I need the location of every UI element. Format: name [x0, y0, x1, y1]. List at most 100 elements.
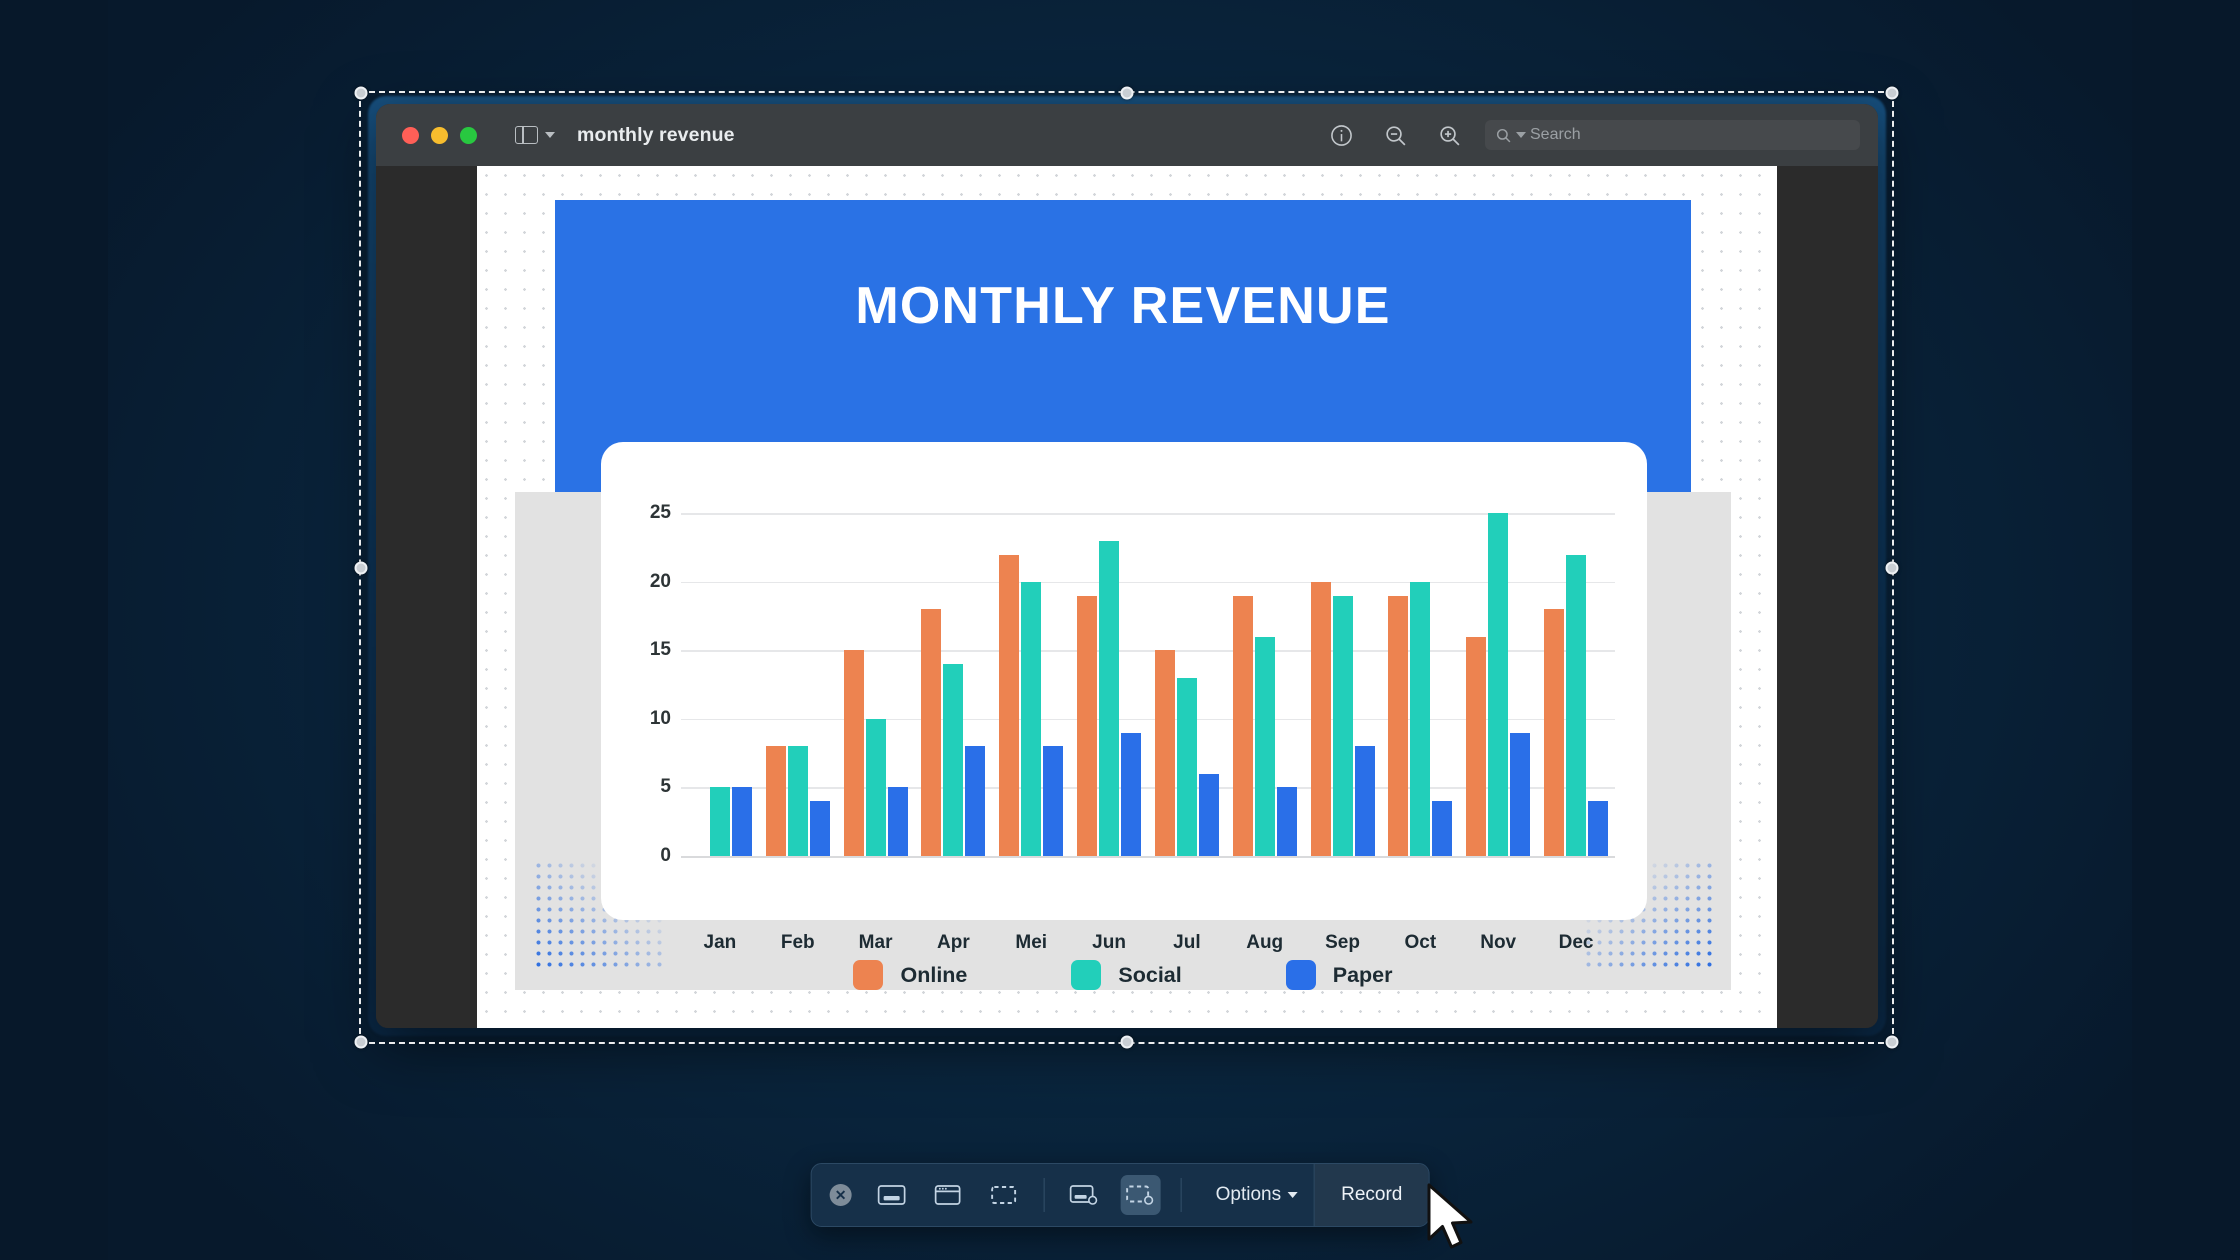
bar-social-apr: [943, 664, 964, 856]
x-axis-tick-label: Apr: [937, 932, 970, 953]
bar-paper-mei: [1043, 746, 1064, 856]
x-axis-labels: Jan Feb Mar Apr Mei Jun Jul Aug Sep Oct Nov Dec: [681, 932, 1615, 954]
legend-item: Paper: [1285, 960, 1393, 990]
bar-group: [914, 442, 992, 856]
legend-label: Paper: [1332, 962, 1393, 987]
chevron-down-icon: [1288, 1192, 1299, 1198]
bar-group: [1148, 442, 1226, 856]
x-axis-tick-label: Jul: [1173, 932, 1201, 953]
bar-online-nov: [1466, 636, 1487, 856]
record-entire-screen-icon[interactable]: [1065, 1175, 1105, 1215]
x-axis-tick-label: Sep: [1325, 932, 1360, 953]
bar-paper-sep: [1354, 746, 1375, 856]
capture-toolbar-divider-2: [1180, 1178, 1182, 1212]
bar-social-feb: [787, 746, 808, 856]
legend-swatch: [1285, 960, 1316, 990]
capture-entire-screen-icon[interactable]: [872, 1175, 912, 1215]
x-axis-tick-label: Jan: [703, 932, 737, 953]
capture-selected-portion-icon[interactable]: [984, 1175, 1024, 1215]
bar-paper-oct: [1432, 801, 1453, 856]
gridline: [681, 856, 1615, 858]
bar-social-dec: [1566, 554, 1587, 856]
slide: MONTHLY REVENUE 0 5 10 15 20 25 Jan Feb …: [515, 200, 1731, 990]
search-chevron-down-icon: [1516, 132, 1526, 138]
info-icon[interactable]: [1328, 122, 1354, 148]
legend-swatch: [1071, 960, 1102, 990]
x-axis-tick-label: Aug: [1246, 932, 1284, 953]
bar-social-jun: [1099, 540, 1120, 856]
zoom-in-icon[interactable]: [1436, 122, 1462, 148]
search-input[interactable]: Search: [1485, 120, 1860, 150]
search-icon: [1496, 128, 1511, 142]
bar-group: [681, 442, 759, 856]
traffic-light-group: [402, 126, 477, 144]
screen: monthly revenue Search MONTHLY REVENUE 0…: [0, 0, 2240, 1260]
document-page: MONTHLY REVENUE 0 5 10 15 20 25 Jan Feb …: [477, 166, 1777, 1028]
bar-paper-apr: [965, 746, 986, 856]
bar-group: [992, 442, 1070, 856]
x-axis-tick-label: Oct: [1404, 932, 1437, 953]
bar-online-feb: [765, 746, 786, 856]
x-axis-tick-label: Dec: [1558, 932, 1594, 953]
bar-group: [837, 442, 915, 856]
zoom-out-icon[interactable]: [1382, 122, 1408, 148]
bar-group: [1381, 442, 1459, 856]
y-axis-tick-label: 25: [649, 502, 671, 524]
bar-group: [759, 442, 837, 856]
bar-paper-mar: [887, 787, 908, 856]
search-placeholder: Search: [1530, 126, 1581, 143]
legend-item: Online: [853, 960, 967, 990]
bar-online-apr: [921, 609, 942, 856]
bar-paper-dec: [1588, 801, 1609, 856]
chevron-down-icon: [545, 132, 555, 138]
slide-title: MONTHLY REVENUE: [855, 277, 1391, 335]
bar-social-mar: [865, 718, 886, 856]
window-titlebar: monthly revenue Search: [376, 104, 1878, 166]
bar-social-oct: [1410, 581, 1431, 856]
bar-online-mar: [843, 650, 864, 856]
bar-paper-jan: [731, 787, 752, 856]
bar-social-nov: [1488, 513, 1509, 856]
chart-card: 0 5 10 15 20 25 Jan Feb Mar Apr Mei Jun Jul Aug Sep Oc…: [601, 442, 1647, 953]
sidebar-toggle-button[interactable]: [515, 126, 555, 144]
y-axis-tick-label: 20: [649, 570, 671, 592]
bar-group: [1304, 442, 1382, 856]
capture-window-icon[interactable]: [928, 1175, 968, 1215]
bar-social-jan: [709, 787, 730, 856]
bar-chart: 0 5 10 15 20 25 Jan Feb Mar Apr Mei Jun Jul Aug Sep Oc…: [601, 442, 1647, 953]
chart-legend: Online Social Paper: [515, 960, 1731, 990]
bar-online-mei: [999, 554, 1020, 856]
preview-window[interactable]: monthly revenue Search MONTHLY REVENUE 0…: [376, 104, 1878, 1028]
y-axis-tick-label: 5: [660, 776, 671, 798]
legend-item: Social: [1071, 960, 1182, 990]
minimize-window-button[interactable]: [431, 126, 448, 144]
screenshot-capture-toolbar[interactable]: ✕ Options Record: [810, 1163, 1430, 1227]
zoom-window-button[interactable]: [460, 126, 477, 144]
close-window-button[interactable]: [402, 126, 419, 144]
bar-paper-feb: [809, 801, 830, 856]
y-axis-tick-label: 0: [660, 845, 671, 866]
x-axis-tick-label: Mei: [1015, 932, 1048, 953]
x-axis-tick-label: Feb: [780, 932, 815, 953]
window-title: monthly revenue: [577, 123, 735, 146]
bar-online-jun: [1077, 595, 1098, 856]
x-axis-tick-label: Mar: [858, 932, 893, 953]
y-axis-labels: 0 5 10 15 20 25: [601, 442, 681, 920]
bar-social-aug: [1254, 636, 1275, 856]
close-icon[interactable]: ✕: [829, 1184, 852, 1206]
capture-toolbar-divider-1: [1043, 1178, 1045, 1212]
record-selected-portion-icon[interactable]: [1120, 1175, 1161, 1215]
x-axis-tick-label: Nov: [1480, 932, 1517, 953]
record-label: Record: [1341, 1184, 1403, 1205]
bar-paper-jul: [1198, 773, 1219, 856]
bar-social-jul: [1176, 677, 1197, 856]
record-button[interactable]: Record: [1314, 1164, 1429, 1226]
options-button[interactable]: Options: [1200, 1164, 1314, 1226]
legend-swatch: [853, 960, 884, 990]
y-axis-tick-label: 10: [649, 707, 671, 729]
capture-toolbar-inner: ✕: [812, 1164, 1200, 1226]
bar-social-mei: [1021, 581, 1042, 856]
x-axis-tick-label: Jun: [1092, 932, 1126, 953]
bar-paper-nov: [1510, 732, 1531, 856]
bar-groups: [681, 442, 1615, 856]
